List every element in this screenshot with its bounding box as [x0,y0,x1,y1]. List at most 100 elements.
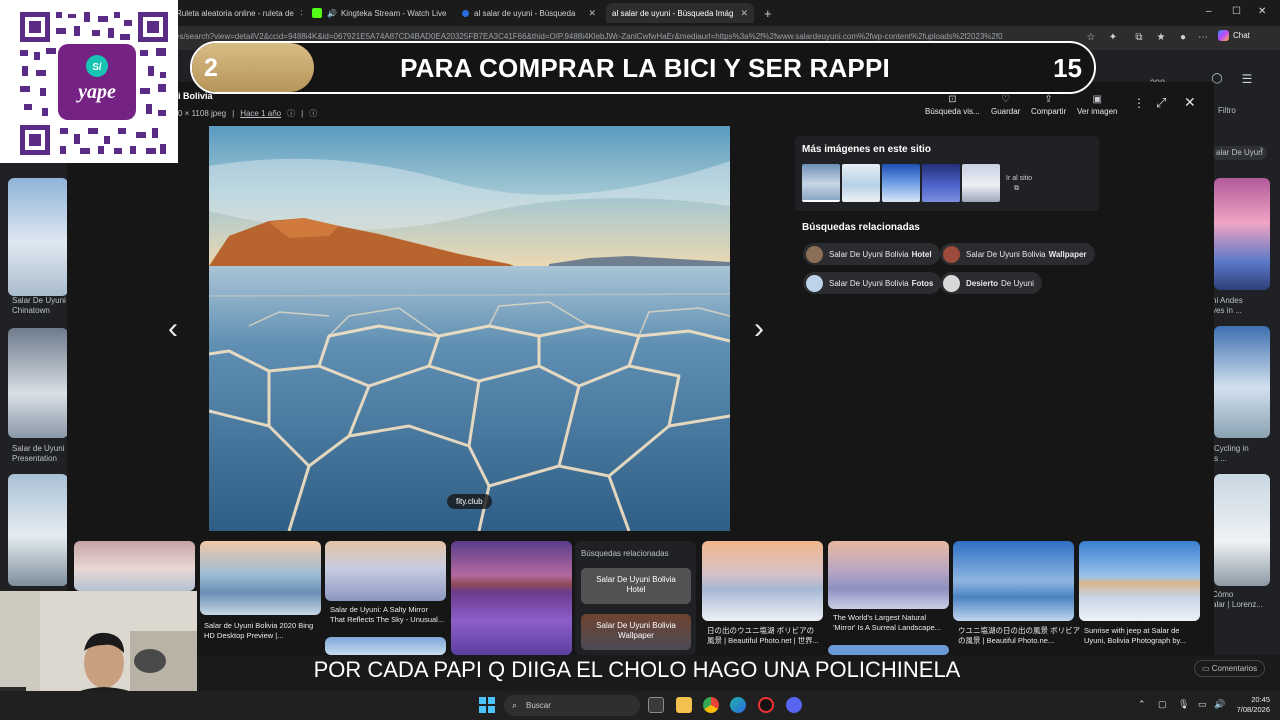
main-image[interactable] [209,126,730,531]
chevron-right-icon[interactable]: › [754,312,764,346]
strip-thumbnail[interactable] [74,541,195,591]
task-view-icon[interactable] [648,697,664,713]
edge-icon[interactable] [730,697,746,713]
info-icon[interactable]: ⓘ [287,108,295,119]
close-icon[interactable]: ✕ [582,8,596,19]
image-dimensions: 0 × 1108 jpeg [178,109,227,118]
site-image-thumbnail[interactable] [882,164,920,202]
obs-icon[interactable] [758,697,774,713]
comments-button[interactable]: ▭ Comentarios [1194,660,1266,677]
go-to-site-label: Ir al sitio [1006,175,1033,182]
share-button[interactable]: ⇪ Compartir [1031,94,1066,116]
separator: | [232,109,235,118]
related-chip-desierto[interactable]: Desierto De Uyuni [940,272,1042,294]
result-thumbnail[interactable] [1214,326,1270,438]
tray-app-icon[interactable]: ▢ [1158,699,1167,710]
result-thumbnail[interactable] [8,178,68,296]
strip-thumbnail[interactable] [1079,541,1200,621]
close-icon[interactable]: ✕ [734,8,748,19]
related-search-wallpaper[interactable]: Salar De Uyuni Bolivia Wallpaper [581,614,691,650]
chevron-up-icon[interactable]: ⌃ [1138,699,1146,710]
strip-thumbnail[interactable] [828,541,949,609]
strip-thumbnail[interactable] [325,637,446,655]
new-tab-button[interactable]: + [758,3,778,23]
close-window-button[interactable]: ✕ [1258,6,1266,17]
clock-time: 20:45 [1251,695,1270,704]
result-caption: Cómo alar | Lorenz... [1212,590,1263,609]
windows-taskbar: ⌕ Buscar ⌃ ▢ 🎙 ▭ 🔊 20:45 7/08/2026 [0,691,1280,720]
strip-thumbnail[interactable] [828,645,949,655]
file-explorer-icon[interactable] [676,697,692,713]
related-chip-fotos[interactable]: Salar De Uyuni Bolivia Fotos [803,272,942,294]
site-image-thumbnail[interactable] [802,164,840,202]
microphone-icon[interactable]: 🎙 [1178,699,1189,710]
info-icon[interactable]: ⓘ [309,108,317,119]
tab-ruleta[interactable]: Ruleta aleatoria online - ruleta de ✕ [170,3,302,23]
url-field[interactable]: es/search?view=detailV2&ccid=9488i4K&id=… [175,32,1075,41]
site-image-thumbnail[interactable] [842,164,880,202]
split-screen-icon[interactable]: ⧉ [1132,31,1146,45]
image-date-link[interactable]: Hace 1 año [240,109,281,118]
result-thumbnail[interactable] [8,328,68,438]
save-button[interactable]: ♡ Guardar [991,94,1020,116]
close-icon[interactable]: ✕ [447,8,453,19]
visual-search-button[interactable]: ⊡ Búsqueda vis... [925,94,980,116]
chevron-right-icon[interactable]: › [1260,145,1263,155]
taskbar-search[interactable]: ⌕ Buscar [504,695,640,716]
chip-thumbnail [806,245,823,263]
visual-search-icon: ⊡ [948,94,957,105]
tab-busqueda[interactable]: al salar de uyuni - Búsqueda ✕ [456,3,602,23]
strip-thumbnail[interactable] [953,541,1074,621]
minimize-button[interactable]: – [1206,6,1212,17]
strip-thumbnail[interactable] [702,541,823,621]
profile-avatar-icon[interactable]: ● [1176,31,1190,45]
related-search-hotel[interactable]: Salar De Uyuni Bolivia Hotel [581,568,691,604]
tab-kingteka[interactable]: 🔊 Kingteka Stream - Watch Live ✕ [306,3,452,23]
chip-bold-text: Desierto [966,278,999,288]
image-icon: ▣ [1092,94,1102,105]
related-chip-wallpaper[interactable]: Salar De Uyuni Bolivia Wallpaper [940,243,1095,265]
chip-bold-text: Fotos [911,278,934,288]
star-icon[interactable]: ☆ [1084,31,1098,45]
volume-icon[interactable]: 🔊 [1214,699,1225,710]
more-options-icon[interactable]: ⋮ [1133,96,1145,110]
close-icon[interactable]: ✕ [294,8,302,19]
chip-thumbnail [806,274,823,292]
expand-icon[interactable]: ⤢ [1156,95,1166,111]
chip-thumbnail [943,274,960,292]
tab-busqueda-imagenes[interactable]: al salar de uyuni - Búsqueda Imág ✕ [606,3,754,23]
result-caption: ni Andes ves in ... [1212,296,1243,315]
discord-icon[interactable] [786,697,802,713]
maximize-button[interactable]: ☐ [1232,6,1241,17]
go-to-site-link[interactable]: Ir al sitio ⧉ [1006,174,1032,194]
chrome-icon[interactable] [703,697,719,713]
result-thumbnail[interactable] [1214,474,1270,586]
favorites-icon[interactable]: ★ [1154,31,1168,45]
copilot-chat-button[interactable]: Chat [1218,30,1250,41]
svg-text:S/: S/ [92,62,102,73]
close-viewer-icon[interactable]: ✕ [1184,94,1196,111]
result-thumbnail[interactable] [8,474,68,586]
visual-search-label: Búsqueda vis... [925,107,980,116]
monitor-icon[interactable]: ▭ [1198,699,1207,710]
site-image-thumbnail[interactable] [922,164,960,202]
extensions-icon[interactable]: ✦ [1106,31,1120,45]
image-source-badge[interactable]: fity.club [447,494,492,509]
strip-thumbnail[interactable] [200,541,321,615]
system-clock[interactable]: 20:45 7/08/2026 [1228,695,1270,715]
related-chip-hotel[interactable]: Salar De Uyuni Bolivia Hotel [803,243,940,265]
hamburger-menu-icon[interactable]: ☰ [1240,72,1254,86]
strip-thumbnail[interactable] [325,541,446,601]
related-chip[interactable]: alar De Uyun [1212,146,1267,160]
strip-thumbnail[interactable] [451,541,572,655]
windows-start-icon[interactable] [479,697,495,713]
more-icon[interactable]: ⋯ [1196,31,1210,45]
filter-button[interactable]: Filtro [1218,106,1236,116]
view-image-button[interactable]: ▣ Ver imagen [1077,94,1117,116]
yape-logo-text: yape [76,81,116,103]
site-image-thumbnail[interactable] [962,164,1000,202]
strip-caption: Salar de Uyuni Bolivia 2020 Bing HD Desk… [204,621,314,640]
result-thumbnail[interactable] [1214,178,1270,290]
chevron-left-icon[interactable]: ‹ [168,312,178,346]
tab-label: al salar de uyuni - Búsqueda Imág [612,8,734,18]
